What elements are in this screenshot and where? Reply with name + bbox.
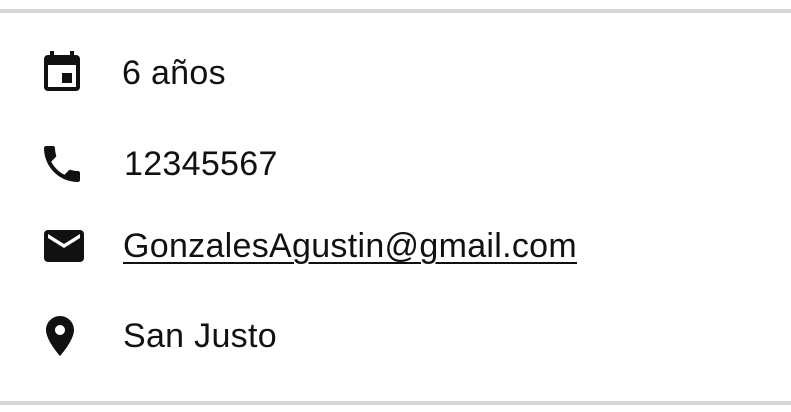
top-divider	[0, 9, 791, 13]
mail-icon	[40, 222, 88, 270]
phone-row: 12345567	[0, 132, 791, 192]
location-row: San Justo	[0, 304, 791, 364]
phone-icon	[38, 140, 86, 188]
location-text: San Justo	[123, 317, 277, 355]
email-link[interactable]: GonzalesAgustin@gmail.com	[123, 226, 577, 266]
phone-text: 12345567	[124, 145, 278, 183]
age-row: 6 años	[0, 41, 791, 101]
age-text: 6 años	[122, 54, 226, 92]
calendar-icon	[38, 49, 86, 97]
location-pin-icon	[36, 312, 84, 360]
email-row: GonzalesAgustin@gmail.com	[0, 214, 791, 274]
bottom-divider	[0, 401, 791, 405]
